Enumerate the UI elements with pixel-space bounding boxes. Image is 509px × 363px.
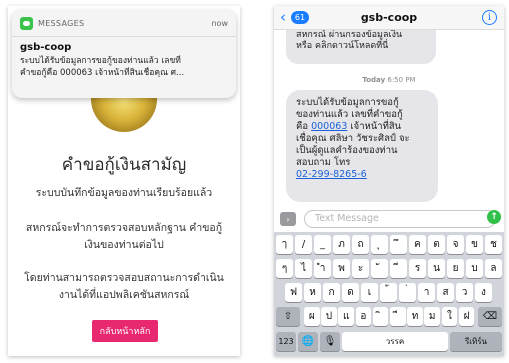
- letter-key[interactable]: ไ: [295, 259, 312, 278]
- letter-key[interactable]: ป: [321, 307, 337, 326]
- message-line5: เป็นผู้ดูแลคำร้องของท่าน: [296, 145, 398, 156]
- letter-key[interactable]: ล: [485, 259, 502, 278]
- letter-key[interactable]: ี: [390, 259, 407, 278]
- saved-message: ระบบบันทึกข้อมูลของท่านเรียบร้อยแล้ว: [35, 187, 213, 199]
- letter-key[interactable]: เ: [361, 283, 378, 302]
- letter-key[interactable]: /: [295, 235, 312, 254]
- contact-name[interactable]: gsb-coop: [274, 11, 504, 24]
- letter-key[interactable]: ่: [399, 283, 416, 302]
- loan-message-bubble: ระบบได้รับข้อมูลการขอกู้ ของท่านแล้ว เลข…: [286, 90, 438, 202]
- letter-key[interactable]: จ: [447, 235, 464, 254]
- page-title: คำขอกู้เงินสามัญ: [61, 155, 187, 175]
- letter-key[interactable]: ั: [371, 259, 388, 278]
- phone-number-link[interactable]: 02-299-8265-6: [296, 169, 428, 181]
- screenshot-stage: MESSAGES now gsb-coop ระบบได้รับข้อมูลกา…: [0, 0, 509, 363]
- notification-time: now: [211, 18, 228, 28]
- message-line1: ระบบได้รับข้อมูลการขอกู้: [296, 97, 399, 108]
- letter-key[interactable]: ฝ: [458, 307, 475, 326]
- message-notification[interactable]: MESSAGES now gsb-coop ระบบได้รับข้อมูลกา…: [12, 10, 236, 98]
- check-message-line2: เงินของท่านต่อไป: [84, 239, 164, 251]
- previous-message-line1: สหกรณ์ ผ่านกรองข้อมูลเงิน: [296, 30, 403, 40]
- message-line2: ของท่านแล้ว เลขที่คำขอกู้: [296, 109, 403, 120]
- notification-app-name: MESSAGES: [38, 18, 85, 28]
- back-home-button[interactable]: กลับหน้าหลัก: [92, 320, 158, 342]
- letter-key[interactable]: ใ: [441, 307, 458, 326]
- shift-key[interactable]: ⇧: [276, 307, 300, 326]
- message-line4: เชื่อคุณ ศลิษา วัชระศิลป์ จะ: [296, 133, 410, 144]
- letter-key[interactable]: ิ: [372, 307, 389, 326]
- conversation-header: ‹ 61 gsb-coop i: [274, 6, 504, 30]
- letter-key[interactable]: ถ: [352, 235, 369, 254]
- letter-key[interactable]: ำ: [314, 259, 331, 278]
- loan-app-screen: MESSAGES now gsb-coop ระบบได้รับข้อมูลกา…: [8, 6, 240, 356]
- apps-icon[interactable]: ›: [280, 212, 296, 226]
- letter-key[interactable]: ภ: [333, 235, 350, 254]
- letter-key[interactable]: ค: [409, 235, 426, 254]
- globe-icon[interactable]: 🌐: [298, 332, 318, 351]
- message-timestamp: Today 6:50 PM: [362, 76, 416, 84]
- letter-key[interactable]: ร: [409, 259, 426, 278]
- letter-key[interactable]: ด: [342, 283, 359, 302]
- notification-sender: gsb-coop: [20, 42, 72, 53]
- compose-bar: › Text Message ↑: [274, 208, 504, 230]
- letter-key[interactable]: ้: [380, 283, 397, 302]
- letter-key[interactable]: ก: [323, 283, 340, 302]
- letter-key[interactable]: ุ: [371, 235, 388, 254]
- status-message-line1: โดยท่านสามารถตรวจสอบสถานะการดำเนิน: [24, 272, 224, 284]
- letter-key[interactable]: ย: [447, 259, 464, 278]
- letter-key[interactable]: อ: [355, 307, 372, 326]
- letter-key[interactable]: ท: [407, 307, 423, 326]
- letter-key[interactable]: ส: [437, 283, 454, 302]
- info-icon[interactable]: i: [482, 10, 497, 25]
- letter-key[interactable]: ห: [304, 283, 321, 302]
- messages-app-icon: [20, 16, 33, 30]
- previous-message-line2: หรือ คลิกดาวน์โหลดที่นี่: [296, 41, 389, 51]
- letter-key[interactable]: ึ: [390, 235, 407, 254]
- notification-body-line1: ระบบได้รับข้อมูลการขอกู้ของท่านแล้ว เลขท…: [20, 56, 181, 66]
- letter-key[interactable]: ว: [456, 283, 473, 302]
- letter-key[interactable]: _: [314, 235, 331, 254]
- message-line6: สอบถาม โทร: [296, 157, 351, 168]
- message-line3: คือ 000063 เจ้าหน้าที่สิน: [296, 121, 402, 132]
- status-message-line2: งานได้ที่แอปพลิเคชันสหกรณ์: [58, 289, 190, 301]
- send-icon[interactable]: ↑: [487, 210, 501, 224]
- letter-key[interactable]: น: [428, 259, 445, 278]
- letter-key[interactable]: ช: [485, 235, 502, 254]
- space-key[interactable]: วรรค: [342, 332, 448, 351]
- check-message-line1: สหกรณ์จะทำการตรวจสอบหลักฐาน คำขอกู้: [25, 222, 223, 234]
- letter-key[interactable]: ข: [466, 235, 483, 254]
- letter-key[interactable]: บ: [466, 259, 483, 278]
- request-number-link[interactable]: 000063: [311, 121, 347, 132]
- letter-key[interactable]: ผ: [304, 307, 320, 326]
- message-input[interactable]: Text Message: [304, 210, 496, 228]
- letter-key[interactable]: แ: [338, 307, 354, 326]
- letter-key[interactable]: ต: [428, 235, 445, 254]
- letter-key[interactable]: ๅ: [276, 235, 293, 254]
- letter-key[interactable]: ะ: [352, 259, 369, 278]
- letter-key[interactable]: ๆ: [276, 259, 293, 278]
- letter-key[interactable]: ฟ: [285, 283, 302, 302]
- delete-key[interactable]: ⌫: [478, 307, 502, 326]
- numbers-key[interactable]: 123: [276, 332, 296, 351]
- letter-key[interactable]: า: [418, 283, 435, 302]
- notification-body-line2: คำขอกู้คือ 000063 เจ้าหน้าที่สินเชื่อคุณ…: [20, 68, 185, 78]
- letter-key[interactable]: ง: [475, 283, 492, 302]
- letter-key[interactable]: ม: [424, 307, 440, 326]
- letter-key[interactable]: พ: [333, 259, 350, 278]
- sms-screen: สหกรณ์ ผ่านกรองข้อมูลเงิน หรือ คลิกดาวน์…: [274, 6, 504, 356]
- microphone-icon[interactable]: 🎙: [320, 332, 340, 351]
- thai-keyboard: ⇧ ⌫ 123 🌐 🎙 วรรค รีเทิร์น ๅ/_ภถุึคตจขชๆไ…: [274, 232, 504, 356]
- return-key[interactable]: รีเทิร์น: [450, 332, 502, 351]
- letter-key[interactable]: ื: [390, 307, 406, 326]
